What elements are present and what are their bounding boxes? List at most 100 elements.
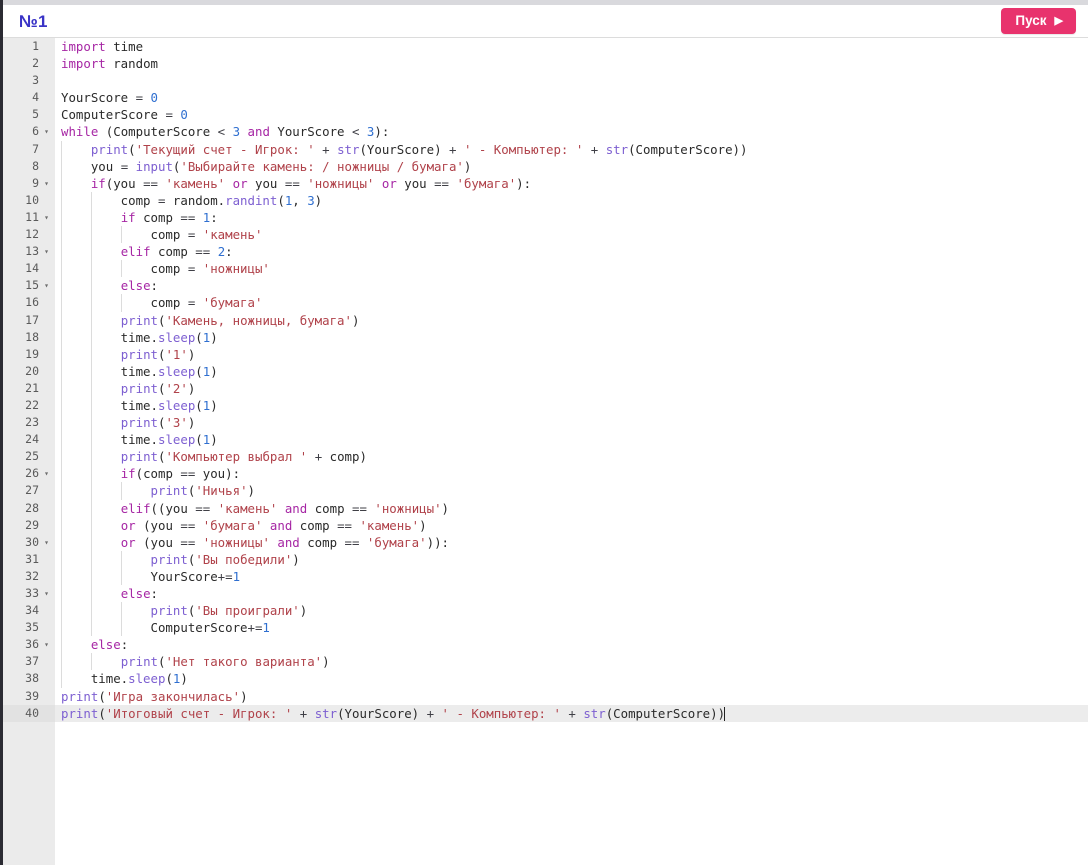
code-line[interactable]: 30 ▾ or (you == 'ножницы' and comp == 'бу… <box>3 533 1088 551</box>
code-line[interactable]: 32 YourScore+=1 <box>3 567 1088 585</box>
code-line[interactable]: 17 print('Камень, ножницы, бумага') <box>3 311 1088 329</box>
code-line[interactable]: 7 print('Текущий счет - Игрок: ' + str(Y… <box>3 140 1088 158</box>
code-line[interactable]: 5 ComputerScore = 0 <box>3 106 1088 124</box>
code-line[interactable]: 8 you = input('Выбирайте камень: / ножни… <box>3 157 1088 175</box>
fold-toggle-icon[interactable]: ▾ <box>41 277 52 294</box>
code-line-text[interactable]: comp = random.randint(1, 3) <box>55 191 1088 209</box>
code-line-text[interactable]: time.sleep(1) <box>55 431 1088 449</box>
code-line-text[interactable]: elif((you == 'камень' and comp == 'ножни… <box>55 499 1088 517</box>
code-line[interactable]: 28 elif((you == 'камень' and comp == 'но… <box>3 499 1088 517</box>
code-line-text[interactable]: print('1') <box>55 345 1088 363</box>
code-line-text[interactable]: ComputerScore = 0 <box>55 106 1088 123</box>
code-line-text[interactable]: or (you == 'бумага' and comp == 'камень'… <box>55 516 1088 534</box>
code-line-text[interactable]: time.sleep(1) <box>55 328 1088 346</box>
code-line[interactable]: 9 ▾ if(you == 'камень' or you == 'ножницы… <box>3 174 1088 192</box>
line-number: 27 <box>3 482 55 500</box>
code-line[interactable]: 25 print('Компьютер выбрал ' + comp) <box>3 448 1088 466</box>
code-line-text[interactable]: print('2') <box>55 379 1088 397</box>
code-line-text[interactable]: print('Итоговый счет - Игрок: ' + str(Yo… <box>55 704 1088 722</box>
code-line[interactable]: 15 ▾ else: <box>3 277 1088 295</box>
code-line-text[interactable] <box>55 72 1088 89</box>
code-token: == <box>143 175 166 191</box>
code-line-text[interactable]: print('Камень, ножницы, бумага') <box>55 311 1088 329</box>
code-line[interactable]: 23 print('3') <box>3 414 1088 432</box>
code-token: ) <box>210 329 218 345</box>
code-token: ( <box>165 671 173 687</box>
code-line-text[interactable]: else: <box>55 585 1088 603</box>
code-line[interactable]: 11 ▾ if comp == 1: <box>3 208 1088 227</box>
fold-toggle-icon[interactable]: ▾ <box>41 636 52 653</box>
code-line[interactable]: 16 comp = 'бумага' <box>3 294 1088 312</box>
code-line[interactable]: 37 print('Нет такого варианта') <box>3 653 1088 671</box>
indent-guide <box>61 140 62 158</box>
code-line-text[interactable]: else: <box>55 636 1088 654</box>
code-line[interactable]: 34 print('Вы проиграли') <box>3 602 1088 620</box>
code-line[interactable]: 3 <box>3 72 1088 90</box>
code-line-text[interactable]: ComputerScore+=1 <box>55 619 1088 637</box>
code-line[interactable]: 24 time.sleep(1) <box>3 431 1088 449</box>
run-button[interactable]: Пуск ▶ <box>1001 8 1076 34</box>
code-line-text[interactable]: print('Игра закончилась') <box>55 688 1088 705</box>
code-line[interactable]: 27 print('Ничья') <box>3 482 1088 500</box>
code-line[interactable]: 22 time.sleep(1) <box>3 396 1088 415</box>
code-line-text[interactable]: if(comp == you): <box>55 465 1088 483</box>
code-line-text[interactable]: comp = 'ножницы' <box>55 260 1088 278</box>
code-line-text[interactable]: print('Вы проиграли') <box>55 602 1088 620</box>
code-line-text[interactable]: YourScore+=1 <box>55 567 1088 585</box>
code-line-text[interactable]: import random <box>55 55 1088 72</box>
code-line-text[interactable]: comp = 'камень' <box>55 226 1088 244</box>
code-line-text[interactable]: time.sleep(1) <box>55 362 1088 380</box>
code-line[interactable]: 29 or (you == 'бумага' and comp == 'каме… <box>3 516 1088 534</box>
code-line[interactable]: 12 comp = 'камень' <box>3 226 1088 244</box>
code-line[interactable]: 14 comp = 'ножницы' <box>3 260 1088 278</box>
code-line[interactable]: 36 ▾ else: <box>3 636 1088 654</box>
code-content[interactable]: 1 import time 2 import random 3 4 YourScore = … <box>3 38 1088 722</box>
code-line-text[interactable]: else: <box>55 277 1088 295</box>
code-line-text[interactable]: if(you == 'камень' or you == 'ножницы' o… <box>55 174 1088 192</box>
code-line-text[interactable]: time.sleep(1) <box>55 396 1088 415</box>
code-editor-pane[interactable]: 1 import time 2 import random 3 4 YourScore = … <box>3 38 1088 865</box>
code-token: == <box>284 175 308 191</box>
fold-toggle-icon[interactable]: ▾ <box>41 465 52 482</box>
line-number: 18 <box>3 328 55 346</box>
code-line-text[interactable]: time.sleep(1) <box>55 670 1088 688</box>
code-line-text[interactable]: or (you == 'ножницы' and comp == 'бумага… <box>55 533 1088 551</box>
code-line-text[interactable]: while (ComputerScore < 3 and YourScore <… <box>55 123 1088 140</box>
code-line[interactable]: 35 ComputerScore+=1 <box>3 619 1088 637</box>
code-line[interactable]: 39 print('Игра закончилась') <box>3 687 1088 705</box>
code-line-text[interactable]: YourScore = 0 <box>55 89 1088 106</box>
code-line[interactable]: 38 time.sleep(1) <box>3 670 1088 688</box>
fold-toggle-icon[interactable]: ▾ <box>41 123 52 140</box>
code-line-text[interactable]: comp = 'бумага' <box>55 294 1088 312</box>
code-line[interactable]: 6 ▾ while (ComputerScore < 3 and YourScore… <box>3 123 1088 141</box>
code-line[interactable]: 33 ▾ else: <box>3 585 1088 603</box>
code-line[interactable]: 2 import random <box>3 55 1088 73</box>
code-line[interactable]: 1 import time <box>3 38 1088 56</box>
code-line-text[interactable]: print('Текущий счет - Игрок: ' + str(You… <box>55 140 1088 158</box>
code-line[interactable]: 4 YourScore = 0 <box>3 89 1088 107</box>
fold-toggle-icon[interactable]: ▾ <box>41 209 52 226</box>
code-token: 'Камень, ножницы, бумага' <box>165 312 352 328</box>
code-line[interactable]: 20 time.sleep(1) <box>3 362 1088 380</box>
code-line-text[interactable]: print('3') <box>55 414 1088 432</box>
code-line-text[interactable]: you = input('Выбирайте камень: / ножницы… <box>55 157 1088 175</box>
code-line-text[interactable]: if comp == 1: <box>55 208 1088 227</box>
fold-toggle-icon[interactable]: ▾ <box>41 243 52 260</box>
code-line-text[interactable]: print('Компьютер выбрал ' + comp) <box>55 448 1088 466</box>
code-line-text[interactable]: print('Вы победили') <box>55 550 1088 568</box>
code-line-text[interactable]: print('Нет такого варианта') <box>55 653 1088 671</box>
fold-toggle-icon[interactable]: ▾ <box>41 175 52 192</box>
code-line-text[interactable]: elif comp == 2: <box>55 243 1088 261</box>
code-line[interactable]: 19 print('1') <box>3 345 1088 363</box>
fold-toggle-icon[interactable]: ▾ <box>41 534 52 551</box>
fold-toggle-icon[interactable]: ▾ <box>41 585 52 602</box>
code-line[interactable]: 10 comp = random.randint(1, 3) <box>3 191 1088 209</box>
code-line[interactable]: 26 ▾ if(comp == you): <box>3 465 1088 483</box>
code-line-text[interactable]: print('Ничья') <box>55 482 1088 500</box>
code-line[interactable]: 18 time.sleep(1) <box>3 328 1088 346</box>
code-line[interactable]: 21 print('2') <box>3 379 1088 397</box>
code-line[interactable]: 13 ▾ elif comp == 2: <box>3 243 1088 261</box>
code-line-text[interactable]: import time <box>55 38 1088 55</box>
code-line[interactable]: 31 print('Вы победили') <box>3 550 1088 568</box>
code-line[interactable]: 40 print('Итоговый счет - Игрок: ' + str(… <box>3 704 1088 722</box>
